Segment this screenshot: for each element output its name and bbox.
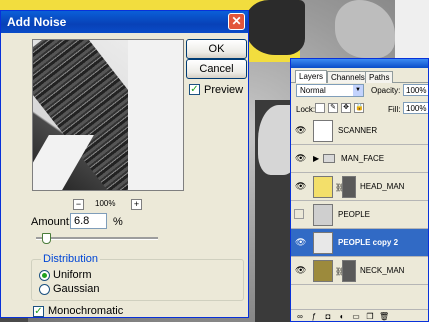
filter-preview[interactable]	[32, 39, 184, 191]
visibility-toggle[interactable]	[294, 209, 304, 219]
amount-slider-thumb[interactable]	[42, 233, 51, 244]
dialog-titlebar[interactable]: Add Noise ✕	[1, 11, 248, 33]
layer-name: HEAD_MAN	[360, 182, 405, 191]
preview-label: Preview	[204, 84, 244, 96]
amount-unit: %	[113, 216, 123, 228]
amount-label: Amount:	[31, 216, 72, 228]
panel-titlebar[interactable]	[291, 59, 428, 68]
uniform-label: Uniform	[53, 269, 92, 281]
eye-icon[interactable]: 👁	[295, 238, 306, 247]
ok-button[interactable]: OK	[186, 39, 247, 59]
adjustment-layer-icon[interactable]: ◐	[337, 312, 347, 321]
layer-thumbnail	[313, 232, 333, 254]
layer-row-scanner[interactable]: 👁 SCANNER	[291, 117, 428, 145]
dark-shape	[245, 0, 305, 55]
layers-panel: Layers Channels Paths Normal ▼ Opacity: …	[290, 58, 429, 322]
expand-triangle-icon[interactable]: ▶	[313, 154, 319, 163]
lock-all-icon[interactable]: 🔒	[354, 103, 364, 113]
lock-position-icon[interactable]: ✥	[341, 103, 351, 113]
lock-transparency-icon[interactable]	[315, 103, 325, 113]
new-layer-icon[interactable]: ❐	[365, 312, 375, 321]
opacity-input[interactable]: 100%	[403, 84, 428, 96]
eye-icon[interactable]: 👁	[295, 154, 306, 163]
gaussian-radio[interactable]	[39, 284, 50, 295]
trash-icon[interactable]: 🗑	[379, 312, 389, 321]
blend-mode-value: Normal	[300, 86, 326, 95]
layer-style-icon[interactable]: ƒ	[309, 312, 319, 321]
layer-row-people[interactable]: PEOPLE	[291, 201, 428, 229]
eye-icon[interactable]: 👁	[295, 182, 306, 191]
preview-checkbox[interactable]: ✓	[189, 84, 200, 95]
tab-paths[interactable]: Paths	[365, 71, 394, 83]
preview-image-light	[128, 40, 183, 190]
layer-row-neck-man[interactable]: 👁 ⛓ NECK_MAN	[291, 257, 428, 285]
monochromatic-label: Monochromatic	[48, 305, 124, 317]
amount-input[interactable]: 6.8	[70, 213, 107, 229]
fill-label: Fill:	[388, 105, 401, 114]
layer-name: MAN_FACE	[341, 154, 385, 163]
layer-row-man-face[interactable]: 👁 ▶ MAN_FACE	[291, 145, 428, 173]
link-layers-icon[interactable]: ∞	[295, 312, 305, 321]
layer-thumbnail	[313, 260, 333, 282]
chevron-down-icon[interactable]: ▼	[353, 85, 363, 96]
layer-thumbnail	[313, 120, 333, 142]
layer-name: PEOPLE copy 2	[338, 238, 399, 247]
amount-slider-track[interactable]	[36, 237, 158, 240]
tab-channels[interactable]: Channels	[327, 71, 369, 83]
lock-label: Lock:	[296, 105, 316, 114]
eye-icon[interactable]: 👁	[295, 266, 306, 275]
hand-shape	[335, 0, 395, 58]
zoom-in-button[interactable]: +	[131, 199, 142, 210]
eye-icon[interactable]: 👁	[295, 126, 306, 135]
zoom-out-button[interactable]: −	[73, 199, 84, 210]
layer-name: SCANNER	[338, 126, 378, 135]
layer-thumbnail	[313, 176, 333, 198]
monochromatic-checkbox[interactable]: ✓	[33, 306, 44, 317]
close-icon[interactable]: ✕	[228, 13, 245, 30]
folder-icon	[323, 154, 335, 163]
add-mask-icon[interactable]: ◘	[323, 312, 333, 321]
add-noise-dialog: Add Noise ✕ − 100% + OK Cancel ✓ Preview…	[0, 10, 249, 318]
gaussian-label: Gaussian	[53, 283, 100, 295]
layer-mask-thumbnail[interactable]	[342, 260, 356, 282]
new-group-icon[interactable]: ▭	[351, 312, 361, 321]
dialog-title: Add Noise	[7, 15, 67, 29]
white-shape	[395, 0, 429, 60]
layer-row-head-man[interactable]: 👁 ⛓ HEAD_MAN	[291, 173, 428, 201]
layer-name: NECK_MAN	[360, 266, 405, 275]
opacity-label: Opacity:	[371, 86, 401, 95]
layer-mask-thumbnail[interactable]	[342, 176, 356, 198]
uniform-radio[interactable]	[39, 270, 50, 281]
layer-row-people-copy-2[interactable]: 👁 PEOPLE copy 2	[291, 229, 428, 257]
tab-layers[interactable]: Layers	[295, 70, 328, 83]
distribution-legend: Distribution	[41, 253, 101, 265]
layer-name: PEOPLE	[338, 210, 371, 219]
lock-image-icon[interactable]: ✎	[328, 103, 338, 113]
fill-input[interactable]: 100%	[403, 102, 428, 114]
layer-thumbnail	[313, 204, 333, 226]
panel-tabs: Layers Channels Paths	[291, 70, 428, 83]
zoom-level: 100%	[95, 199, 116, 208]
cancel-button[interactable]: Cancel	[186, 59, 247, 79]
zoom-controls: − 100% +	[69, 199, 149, 211]
layers-toolbar: ∞ ƒ ◘ ◐ ▭ ❐ 🗑	[291, 309, 428, 321]
blend-mode-select[interactable]: Normal ▼	[296, 84, 364, 97]
